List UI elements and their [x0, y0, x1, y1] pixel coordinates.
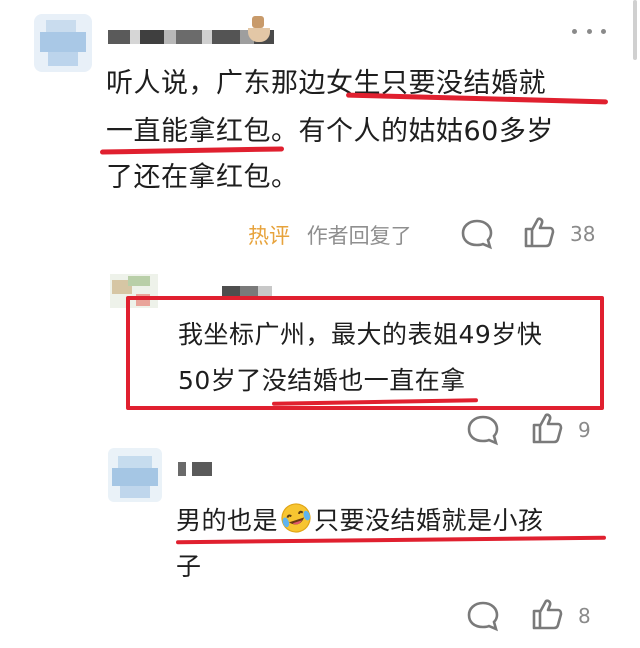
- reply-line: 子: [176, 552, 202, 581]
- avatar[interactable]: [34, 14, 92, 72]
- comment-line: 了还在拿红包。: [106, 162, 299, 193]
- reply-line: 50岁了没结婚也一直在拿: [178, 366, 466, 395]
- like-count: 9: [578, 418, 591, 442]
- scrollbar[interactable]: [633, 0, 637, 60]
- like-count: 38: [570, 222, 596, 246]
- reply-line: 我坐标广州，最大的表姐49岁快: [178, 320, 543, 349]
- author-replied-link[interactable]: 作者回复了: [307, 224, 412, 248]
- username[interactable]: [178, 462, 212, 476]
- hot-comment-label: 热评: [248, 224, 290, 248]
- avatar[interactable]: [108, 448, 162, 502]
- like-count: 8: [578, 604, 591, 628]
- more-dots-icon[interactable]: [572, 26, 606, 36]
- comment-bubble-icon[interactable]: [466, 600, 500, 632]
- thumbs-up-icon[interactable]: [530, 411, 564, 445]
- laughing-tears-emoji-icon: [281, 503, 311, 533]
- reply-text-before-emoji: 男的也是: [176, 506, 279, 535]
- user-badge: [248, 16, 270, 44]
- reply-text-after-emoji: 只要没结婚就是小孩: [314, 506, 544, 535]
- reply-line: 男的也是 只要没结婚就是小孩: [176, 500, 544, 542]
- thumbs-up-icon[interactable]: [530, 597, 564, 631]
- thumbs-up-icon[interactable]: [522, 215, 556, 249]
- comment-meta: 热评 作者回复了: [248, 220, 412, 250]
- comment-bubble-icon[interactable]: [460, 218, 494, 250]
- comment-bubble-icon[interactable]: [466, 414, 500, 446]
